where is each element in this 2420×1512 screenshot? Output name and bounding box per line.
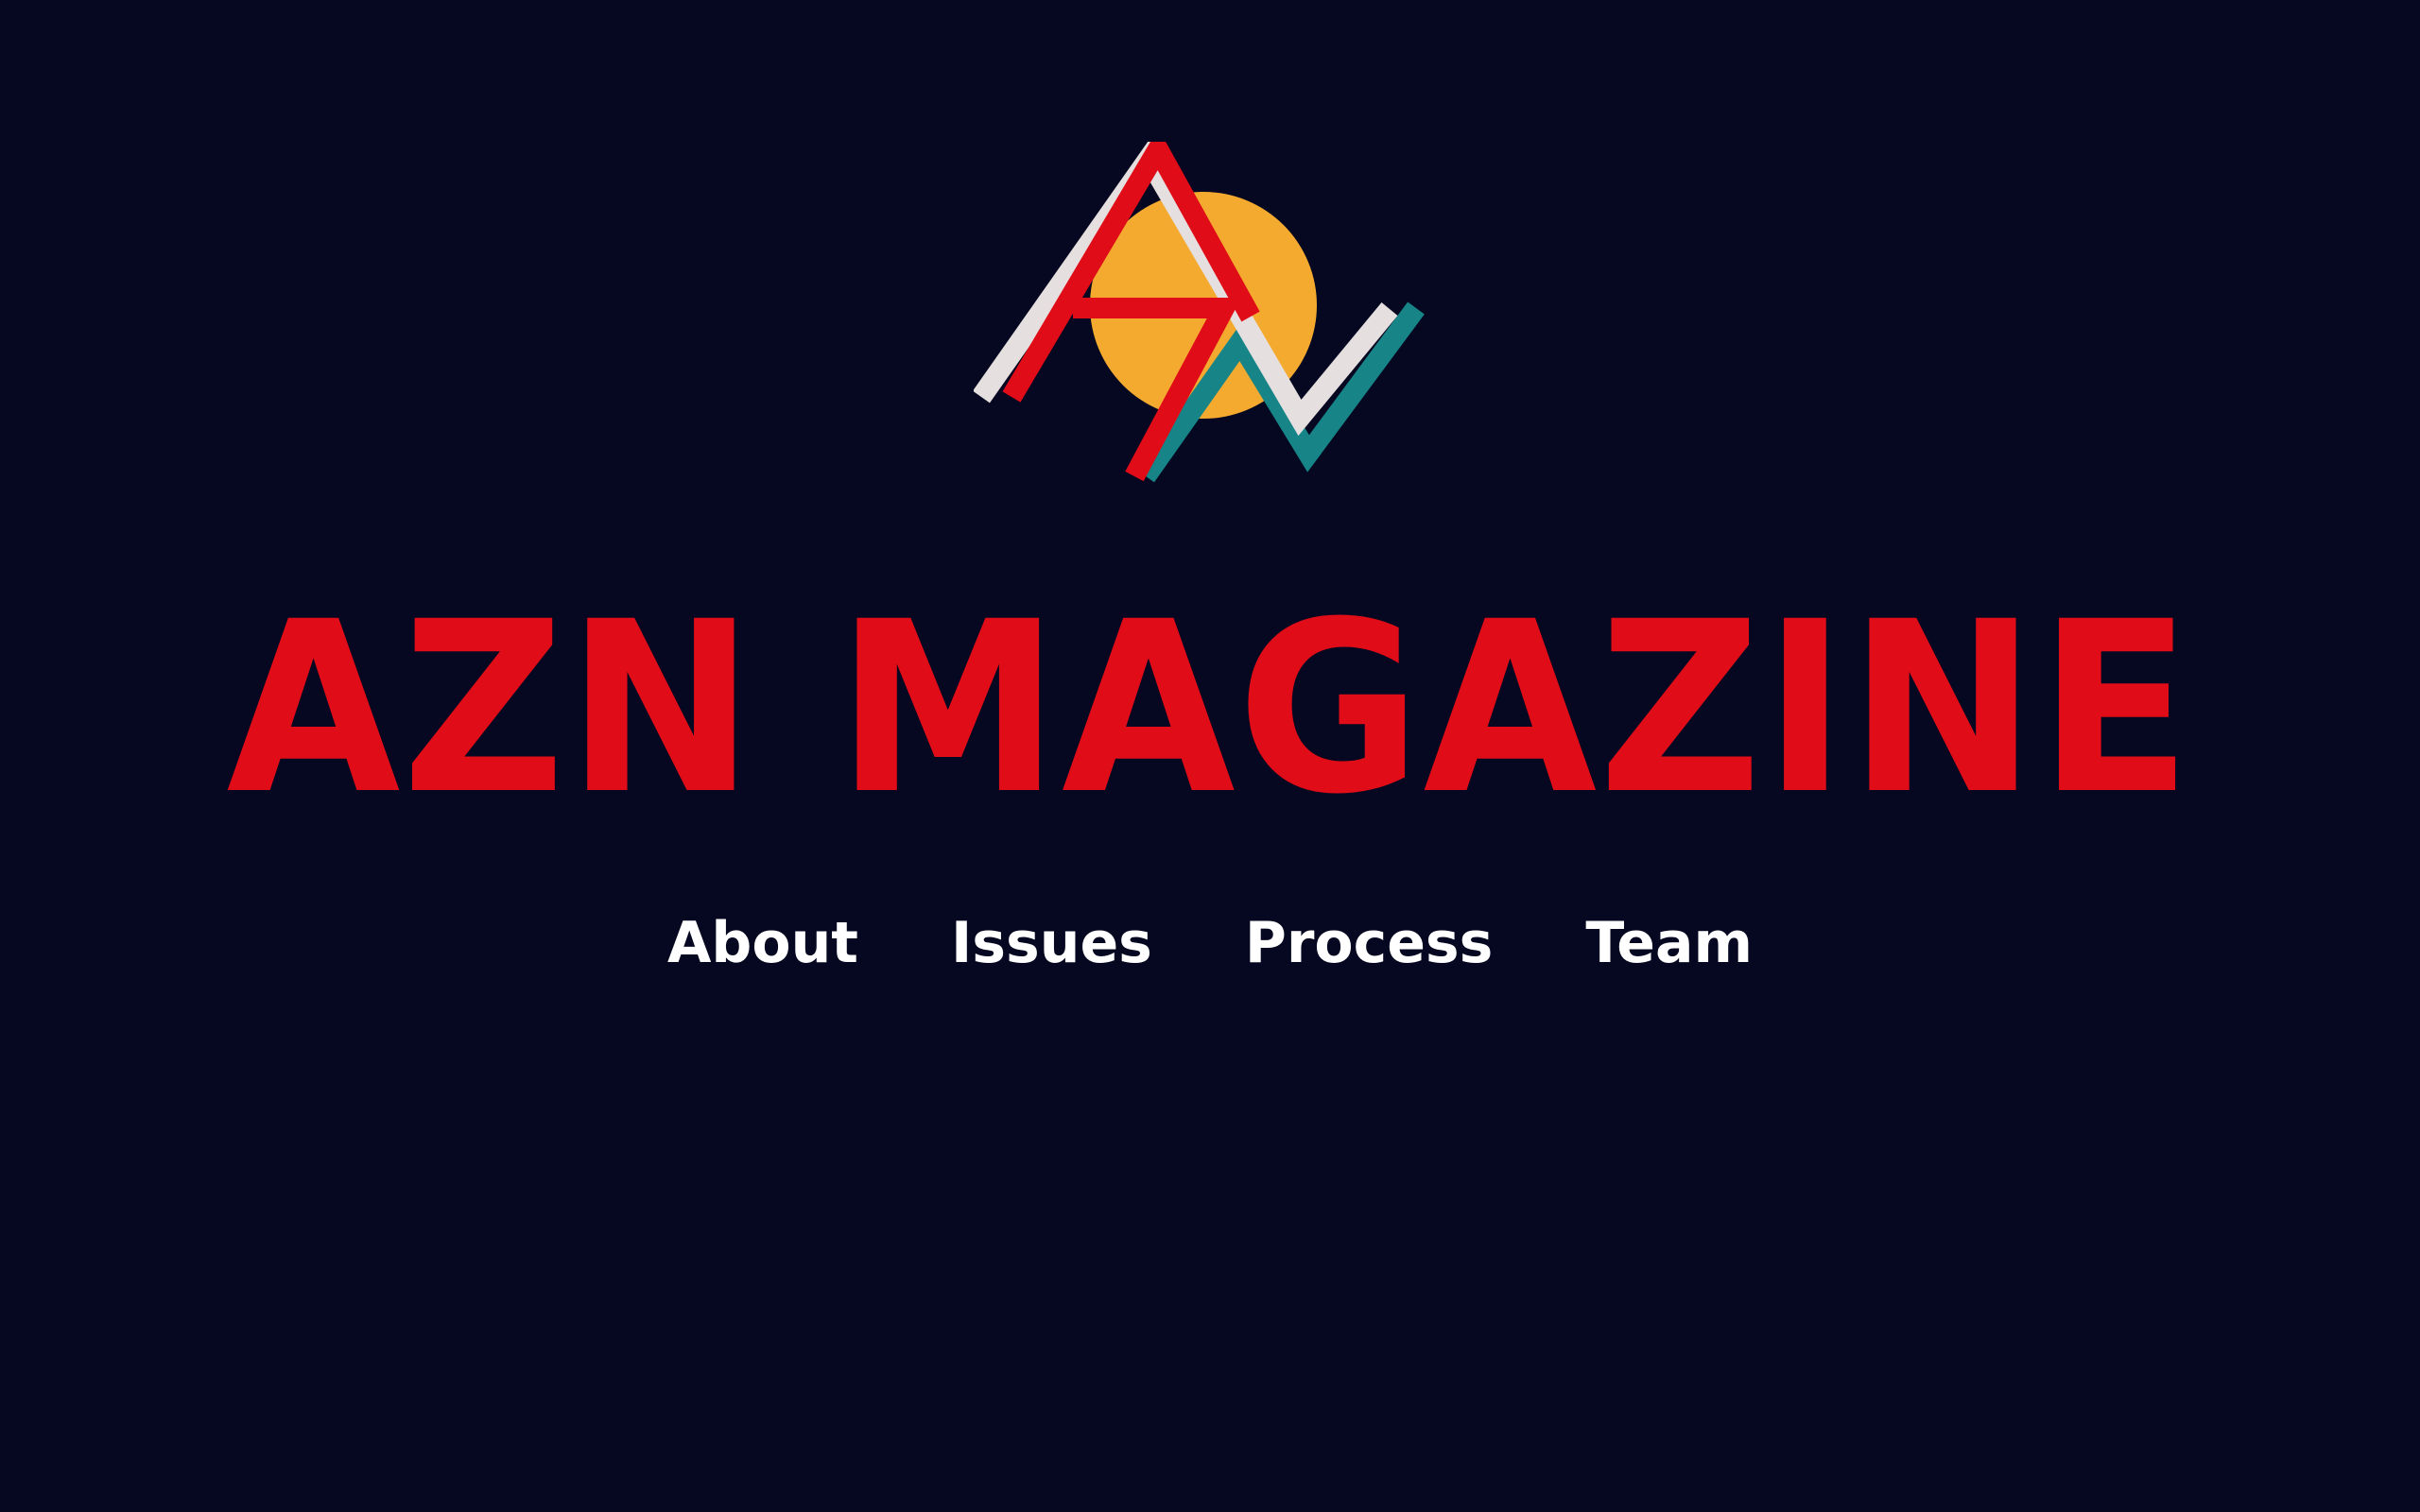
azn-logo-icon[interactable] — [974, 142, 1446, 491]
nav-link-about[interactable]: About — [667, 905, 858, 981]
logo-graphic — [974, 142, 1425, 483]
main-nav: About Issues Process Team — [0, 905, 2420, 981]
nav-link-issues[interactable]: Issues — [951, 905, 1152, 981]
nav-link-team[interactable]: Team — [1585, 905, 1753, 981]
site-title: AZN MAGAZINE — [226, 571, 2194, 846]
nav-link-process[interactable]: Process — [1245, 905, 1493, 981]
